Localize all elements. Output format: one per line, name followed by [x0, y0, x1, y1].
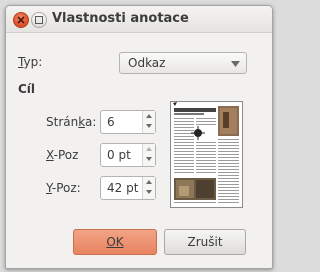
type-label: Typ:	[18, 55, 43, 69]
ypos-label: Y-Poz:	[46, 181, 81, 195]
ok-button-label: OK	[106, 235, 124, 249]
xpos-spinbutton[interactable]: 0 pt	[100, 143, 156, 167]
cancel-button[interactable]: Zrušit	[164, 229, 246, 255]
spin-down-icon[interactable]	[146, 124, 152, 128]
cancel-button-label: Zrušit	[187, 235, 223, 249]
type-combobox[interactable]: Odkaz	[119, 52, 247, 74]
type-combobox-value: Odkaz	[128, 56, 166, 70]
spin-down-icon[interactable]	[146, 190, 152, 194]
page-spinbutton[interactable]: 6	[100, 110, 156, 134]
spin-up-icon[interactable]	[146, 147, 152, 151]
maximize-icon	[35, 16, 43, 24]
page-preview-thumbnail[interactable]	[170, 101, 243, 208]
close-icon	[17, 16, 25, 24]
minimize-window-button[interactable]	[31, 12, 47, 28]
target-section-heading: Cíl	[18, 82, 36, 96]
xpos-input[interactable]: 0 pt	[107, 148, 131, 162]
close-window-button[interactable]	[13, 12, 29, 28]
ypos-spin-buttons	[142, 177, 155, 199]
xpos-label: X-Poz	[46, 148, 79, 162]
ypos-input[interactable]: 42 pt	[107, 181, 138, 195]
spin-up-icon[interactable]	[146, 114, 152, 118]
page-label: Stránka:	[46, 115, 97, 129]
spin-down-icon[interactable]	[146, 157, 152, 161]
page-input[interactable]: 6	[107, 115, 115, 129]
dialog-title: Vlastnosti anotace	[52, 11, 189, 26]
annotation-properties-dialog: Vlastnosti anotace Typ: Odkaz Cíl Stránk…	[5, 5, 273, 269]
page-spin-buttons	[142, 111, 155, 133]
xpos-spin-buttons	[142, 144, 155, 166]
page-preview-image	[173, 102, 239, 203]
spin-up-icon[interactable]	[146, 180, 152, 184]
chevron-down-icon	[231, 61, 240, 67]
ypos-spinbutton[interactable]: 42 pt	[100, 176, 156, 200]
ok-button[interactable]: OK	[73, 229, 157, 255]
title-bar[interactable]: Vlastnosti anotace	[6, 6, 272, 33]
